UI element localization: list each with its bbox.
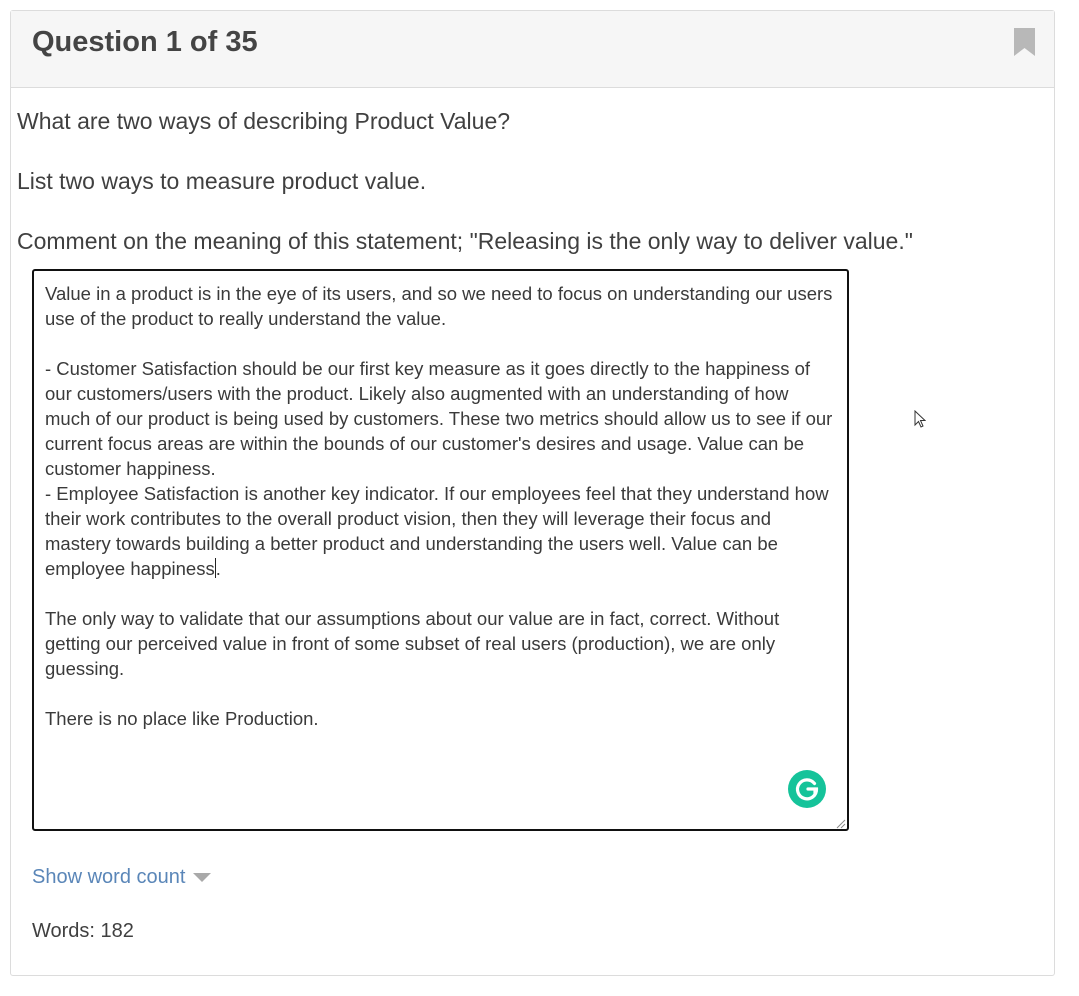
mouse-cursor-icon (914, 409, 927, 430)
answer-paragraph: - Employee Satisfaction is another key i… (45, 481, 835, 581)
bookmark-icon[interactable] (1013, 28, 1036, 57)
answer-paragraph: - Customer Satisfaction should be our fi… (45, 358, 833, 479)
answer-text[interactable]: Value in a product is in the eye of its … (45, 281, 835, 731)
show-word-count-toggle[interactable]: Show word count (32, 866, 212, 889)
question-prompt-1: What are two ways of describing Product … (17, 108, 511, 134)
question-prompt-3: Comment on the meaning of this statement… (17, 228, 913, 254)
question-title: Question 1 of 35 (32, 26, 258, 58)
answer-paragraph: There is no place like Production. (45, 708, 319, 729)
question-prompt-2: List two ways to measure product value. (17, 168, 427, 194)
answer-paragraph: Value in a product is in the eye of its … (45, 283, 833, 329)
resize-grip-icon[interactable] (834, 816, 846, 829)
answer-paragraph: The only way to validate that our assump… (45, 608, 780, 679)
caret-down-icon (193, 873, 212, 882)
show-word-count-label: Show word count (32, 866, 186, 888)
answer-textarea[interactable]: Value in a product is in the eye of its … (32, 269, 849, 831)
answer-paragraph-text: - Employee Satisfaction is another key i… (45, 483, 829, 579)
answer-paragraph-tail: . (215, 558, 221, 579)
word-count: Words: 182 (32, 920, 134, 942)
question-header: Question 1 of 35 (11, 11, 1054, 88)
grammarly-icon[interactable] (788, 770, 826, 808)
